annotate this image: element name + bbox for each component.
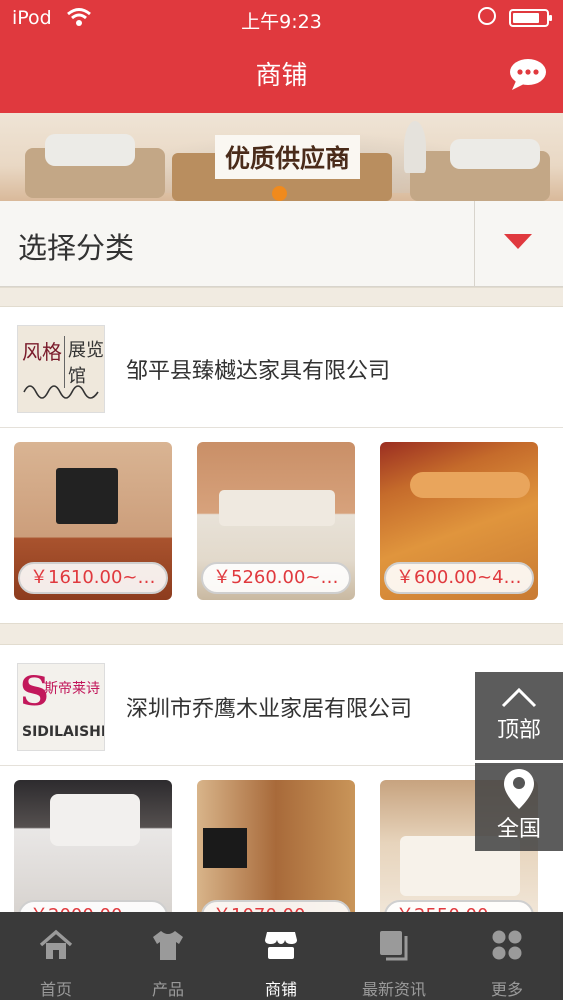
tab-stores[interactable]: 商铺 <box>225 912 337 1000</box>
tab-more[interactable]: 更多 <box>451 912 563 1000</box>
product-card[interactable]: ￥5260.00~5... <box>197 442 355 600</box>
product-image <box>219 490 335 526</box>
carousel-indicator[interactable] <box>272 186 287 201</box>
divider <box>474 201 475 287</box>
product-card[interactable]: ￥600.00~45... <box>380 442 538 600</box>
tab-label: 商铺 <box>264 980 297 999</box>
store-name[interactable]: 邹平县臻樾达家具有限公司 <box>126 353 390 385</box>
banner-slogan: 优质供应商 <box>215 135 361 179</box>
product-card[interactable]: ￥1070.00 <box>197 780 355 912</box>
section-gap <box>0 287 563 307</box>
product-card[interactable]: ￥2000.00 <box>14 780 172 912</box>
store-logo-text: 风格 <box>22 340 62 364</box>
store-logo-script <box>23 385 99 399</box>
store-header[interactable]: 风格 展览馆 邹平县臻樾达家具有限公司 <box>0 307 563 428</box>
category-select-label: 选择分类 <box>18 231 135 265</box>
store-logo: 风格 展览馆 <box>17 325 105 413</box>
product-image <box>50 794 140 846</box>
product-price: ￥2000.00 <box>18 900 168 912</box>
back-to-top-button[interactable]: 顶部 <box>475 672 563 760</box>
bottom-tab-bar: 首页 产品 商铺 最新资讯 更多 <box>0 912 563 1000</box>
tab-label: 最新资讯 <box>361 980 426 999</box>
tab-products[interactable]: 产品 <box>112 912 224 1000</box>
top-bar: iPod 上午9:23 商铺 <box>0 0 563 113</box>
product-price: ￥600.00~45... <box>384 562 534 594</box>
tab-label: 更多 <box>490 980 523 999</box>
news-icon <box>380 931 408 961</box>
store-logo-text: 斯帝莱诗 <box>44 681 100 697</box>
product-card[interactable]: ￥1610.00~1... <box>14 442 172 600</box>
product-image <box>56 468 118 524</box>
region-label: 全国 <box>496 817 541 842</box>
status-bar: iPod 上午9:23 <box>0 0 563 36</box>
back-to-top-label: 顶部 <box>496 718 541 743</box>
tab-news[interactable]: 最新资讯 <box>338 912 450 1000</box>
chat-bubble-icon[interactable] <box>508 57 548 91</box>
store-name[interactable]: 深圳市乔鹰木业家居有限公司 <box>126 691 412 723</box>
product-price: ￥2550.00 <box>384 900 534 912</box>
tab-home[interactable]: 首页 <box>0 912 112 1000</box>
banner-sofa-image <box>410 139 550 201</box>
rotation-lock-icon <box>478 7 496 25</box>
location-pin-icon <box>504 769 534 809</box>
banner-sofa-image <box>25 134 165 198</box>
tab-label: 产品 <box>151 980 184 999</box>
tab-label: 首页 <box>39 980 72 999</box>
section-gap <box>0 623 563 645</box>
home-icon <box>39 929 73 959</box>
dropdown-arrow-icon[interactable] <box>504 234 532 249</box>
page-title: 商铺 <box>255 61 308 91</box>
product-price: ￥5260.00~5... <box>201 562 351 594</box>
promo-banner[interactable]: 优质供应商 <box>0 113 563 201</box>
product-price: ￥1610.00~1... <box>18 562 168 594</box>
product-image <box>410 472 530 498</box>
region-button[interactable]: 全国 <box>475 763 563 851</box>
product-price: ￥1070.00 <box>201 900 351 912</box>
product-image <box>203 828 247 868</box>
battery-icon <box>509 9 552 27</box>
product-row: ￥1610.00~1... ￥5260.00~5... ￥600.00~45..… <box>0 428 563 623</box>
shirt-icon <box>153 931 183 960</box>
grid-icon <box>492 930 522 960</box>
chevron-up-icon <box>501 687 537 708</box>
store-logo: S 斯帝莱诗 SIDILAISHI <box>17 663 105 751</box>
store-card[interactable]: 风格 展览馆 邹平县臻樾达家具有限公司 ￥1610.00~1... ￥5260.… <box>0 307 563 623</box>
category-select[interactable]: 选择分类 <box>0 201 563 287</box>
store-icon <box>265 932 297 959</box>
banner-vase-image <box>404 121 426 173</box>
store-logo-text: SIDILAISHI <box>22 724 105 740</box>
